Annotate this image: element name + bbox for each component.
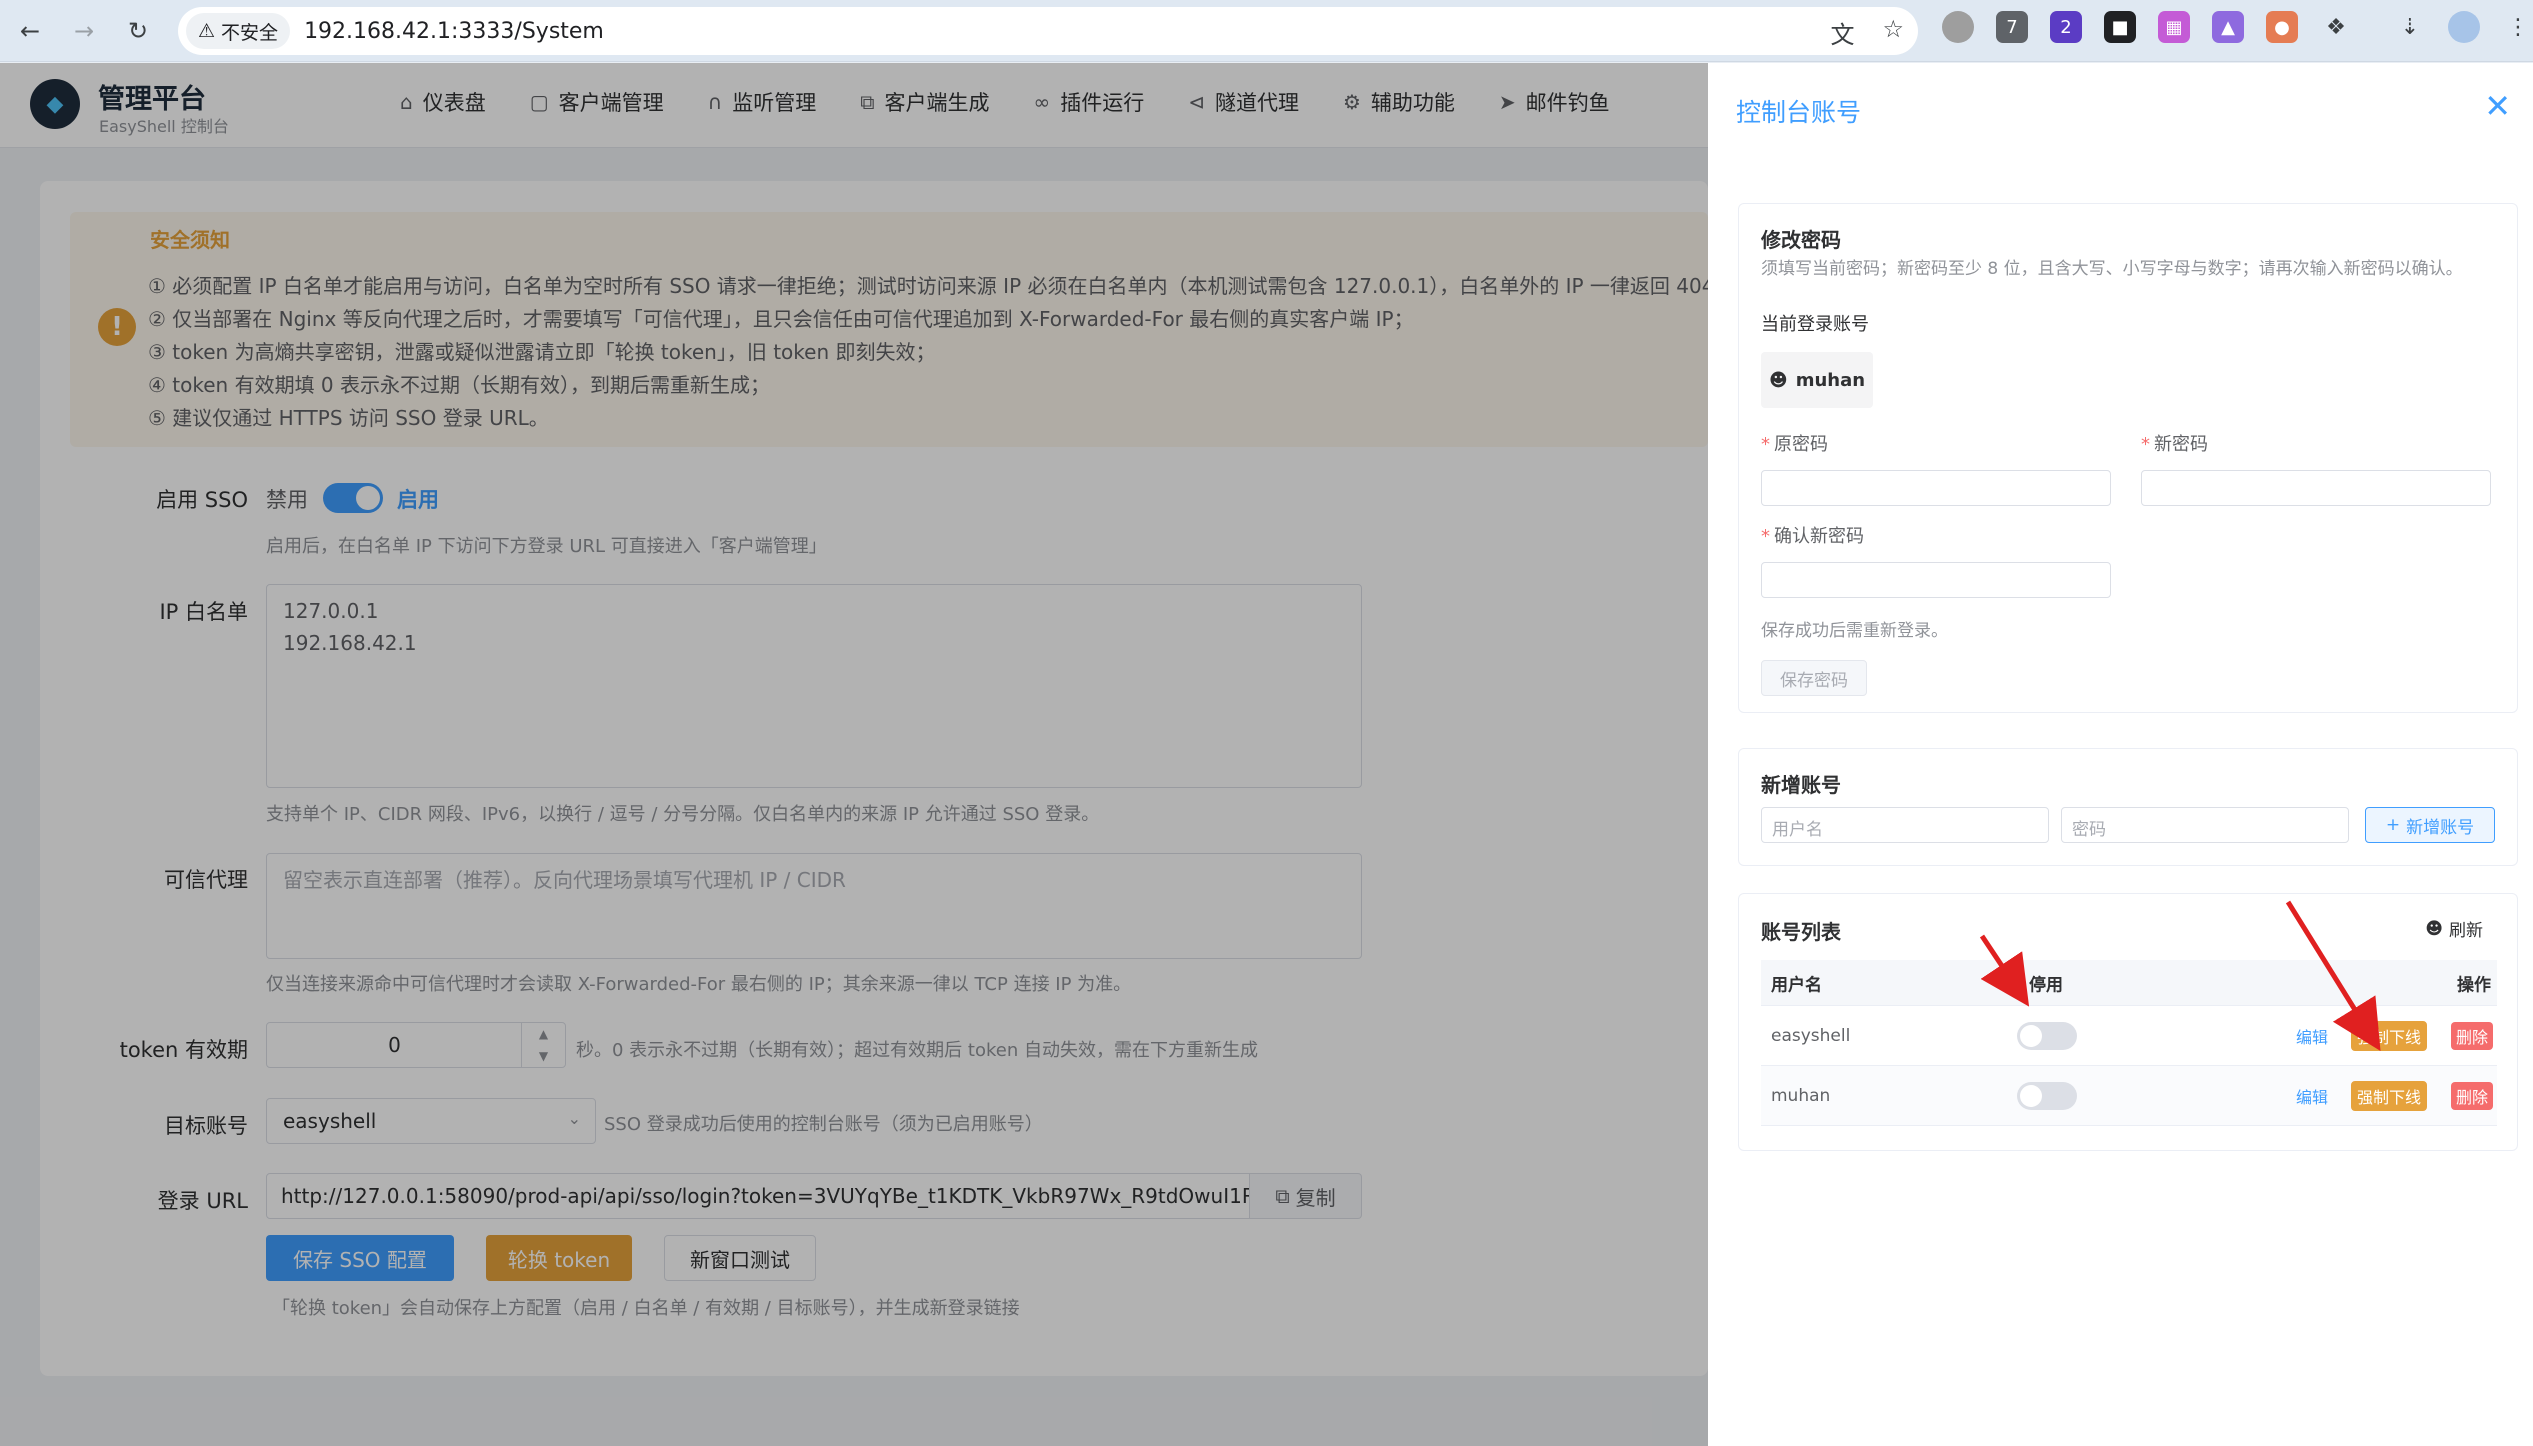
add-account-title: 新增账号 bbox=[1761, 773, 1841, 797]
new-password-input[interactable] bbox=[2141, 470, 2491, 506]
translate-icon[interactable]: 文 bbox=[1830, 15, 1854, 50]
old-password-label: * 原密码 bbox=[1761, 434, 1828, 455]
extension-counter-icon[interactable]: 7 bbox=[1996, 11, 2028, 43]
extensions-puzzle-icon[interactable]: ❖ bbox=[2320, 11, 2352, 43]
new-password-field[interactable]: 密码 bbox=[2061, 807, 2349, 843]
extension-fox-icon[interactable]: ● bbox=[2266, 11, 2298, 43]
edit-button[interactable]: 编辑 bbox=[2291, 1082, 2333, 1110]
account-list-panel: 账号列表 ☻ 刷新 用户名 停用 操作 easyshell 编辑 强制下线 删除 … bbox=[1738, 893, 2518, 1151]
close-icon[interactable]: ✕ bbox=[2484, 87, 2511, 125]
modal-overlay[interactable] bbox=[0, 63, 1708, 1446]
extension-badge-icon[interactable]: 2 bbox=[2050, 11, 2082, 43]
column-header-actions: 操作 bbox=[2457, 975, 2491, 995]
disable-toggle[interactable] bbox=[2017, 1081, 2077, 1110]
current-user-chip: ☻ muhan bbox=[1761, 352, 1873, 408]
row-username: muhan bbox=[1771, 1085, 1831, 1106]
download-icon[interactable]: ⇣ bbox=[2394, 11, 2426, 43]
add-account-button[interactable]: + 新增账号 bbox=[2365, 807, 2495, 843]
current-user-name: muhan bbox=[1795, 369, 1866, 391]
browser-menu-icon[interactable]: ⋮ bbox=[2502, 11, 2533, 43]
extension-cat-icon[interactable]: ▲ bbox=[2212, 11, 2244, 43]
old-password-label-text: 原密码 bbox=[1774, 434, 1828, 455]
force-logout-button[interactable]: 强制下线 bbox=[2351, 1080, 2428, 1111]
save-password-button[interactable]: 保存密码 bbox=[1761, 660, 1867, 696]
table-row: muhan 编辑 强制下线 删除 bbox=[1761, 1066, 2497, 1126]
change-password-desc: 须填写当前密码；新密码至少 8 位，且含大写、小写字母与数字；请再次输入新密码以… bbox=[1761, 259, 2463, 279]
table-row: easyshell 编辑 强制下线 删除 bbox=[1761, 1006, 2497, 1066]
add-account-label: 新增账号 bbox=[2406, 817, 2475, 838]
force-logout-button[interactable]: 强制下线 bbox=[2351, 1020, 2428, 1051]
reload-icon[interactable]: ↻ bbox=[118, 11, 158, 51]
column-header-disabled: 停用 bbox=[2029, 975, 2063, 995]
refresh-button[interactable]: ☻ 刷新 bbox=[2425, 916, 2483, 942]
row-username: easyshell bbox=[1771, 1025, 1851, 1046]
browser-toolbar: ← → ↻ ⚠ 不安全 192.168.42.1:3333/System 文 ☆… bbox=[0, 0, 2533, 62]
profile-avatar-icon[interactable] bbox=[2448, 11, 2480, 43]
current-account-label: 当前登录账号 bbox=[1761, 314, 1869, 335]
table-header-row: 用户名 停用 操作 bbox=[1761, 960, 2497, 1006]
bookmark-star-icon[interactable]: ☆ bbox=[1882, 15, 1904, 50]
change-password-title: 修改密码 bbox=[1761, 228, 1841, 252]
relogin-note: 保存成功后需重新登录。 bbox=[1761, 621, 1948, 641]
new-username-input[interactable]: 用户名 bbox=[1761, 807, 2049, 843]
column-header-username: 用户名 bbox=[1771, 975, 1822, 995]
drawer-title: 控制台账号 bbox=[1736, 98, 1862, 127]
extension-dark-icon[interactable]: ■ bbox=[2104, 11, 2136, 43]
back-icon[interactable]: ← bbox=[10, 11, 50, 51]
confirm-password-label-text: 确认新密码 bbox=[1774, 526, 1864, 547]
account-list-title: 账号列表 bbox=[1761, 920, 1841, 944]
disable-toggle[interactable] bbox=[2017, 1021, 2077, 1050]
account-table: 用户名 停用 操作 easyshell 编辑 强制下线 删除 muhan 编辑 … bbox=[1761, 960, 2497, 1126]
edit-button[interactable]: 编辑 bbox=[2291, 1022, 2333, 1050]
delete-button[interactable]: 删除 bbox=[2451, 1081, 2494, 1110]
refresh-label: 刷新 bbox=[2449, 921, 2483, 941]
delete-button[interactable]: 删除 bbox=[2451, 1021, 2494, 1050]
old-password-input[interactable] bbox=[1761, 470, 2111, 506]
user-icon: ☻ bbox=[2425, 918, 2443, 939]
extension-qr-icon[interactable]: ▦ bbox=[2158, 11, 2190, 43]
confirm-password-input[interactable] bbox=[1761, 562, 2111, 598]
insecure-label: 不安全 bbox=[221, 21, 279, 44]
new-password-label: * 新密码 bbox=[2141, 434, 2208, 455]
security-chip[interactable]: ⚠ 不安全 bbox=[186, 13, 291, 49]
add-account-panel: 新增账号 用户名 密码 + 新增账号 bbox=[1738, 748, 2518, 866]
change-password-panel: 修改密码 须填写当前密码；新密码至少 8 位，且含大写、小写字母与数字；请再次输… bbox=[1738, 203, 2518, 713]
warning-triangle-icon: ⚠ bbox=[198, 20, 216, 42]
console-accounts-drawer: 控制台账号 ✕ 修改密码 须填写当前密码；新密码至少 8 位，且含大写、小写字母… bbox=[1708, 63, 2533, 1446]
url-text[interactable]: 192.168.42.1:3333/System bbox=[304, 19, 604, 44]
user-icon: ☻ bbox=[1768, 369, 1788, 391]
confirm-password-label: * 确认新密码 bbox=[1761, 526, 1864, 547]
forward-icon[interactable]: → bbox=[64, 11, 104, 51]
extension-gray-icon[interactable] bbox=[1942, 11, 1974, 43]
address-bar[interactable]: ⚠ 不安全 192.168.42.1:3333/System 文 ☆ bbox=[178, 7, 1918, 55]
new-password-label-text: 新密码 bbox=[2154, 434, 2208, 455]
plus-icon: + bbox=[2385, 815, 2401, 835]
